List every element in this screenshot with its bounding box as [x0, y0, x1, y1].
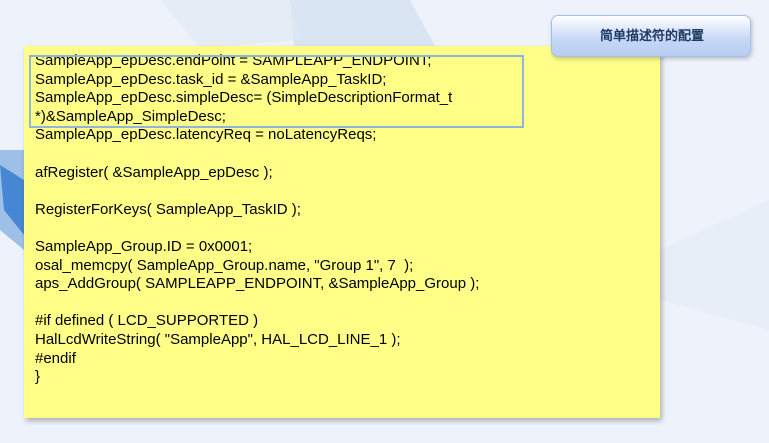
code-line: HalLcdWriteString( "SampleApp", HAL_LCD_…: [35, 330, 401, 348]
simple-descriptor-highlight-box: [29, 55, 524, 128]
code-line: aps_AddGroup( SAMPLEAPP_ENDPOINT, &Sampl…: [35, 275, 480, 293]
callout-label: 简单描述符的配置: [599, 29, 704, 44]
code-line: }: [35, 368, 41, 386]
code-line: RegisterForKeys( SampleApp_TaskID );: [35, 200, 301, 218]
code-line: SampleApp_epDesc.latencyReq = noLatencyR…: [35, 126, 377, 144]
callout-label-box: 简单描述符的配置: [551, 15, 751, 57]
code-line: SampleApp_Group.ID = 0x0001;: [35, 237, 253, 255]
code-line: osal_memcpy( SampleApp_Group.name, "Grou…: [35, 256, 414, 274]
code-line: #endif: [35, 349, 76, 367]
code-line: afRegister( &SampleApp_epDesc );: [35, 163, 273, 181]
code-line: #if defined ( LCD_SUPPORTED ): [35, 312, 259, 330]
